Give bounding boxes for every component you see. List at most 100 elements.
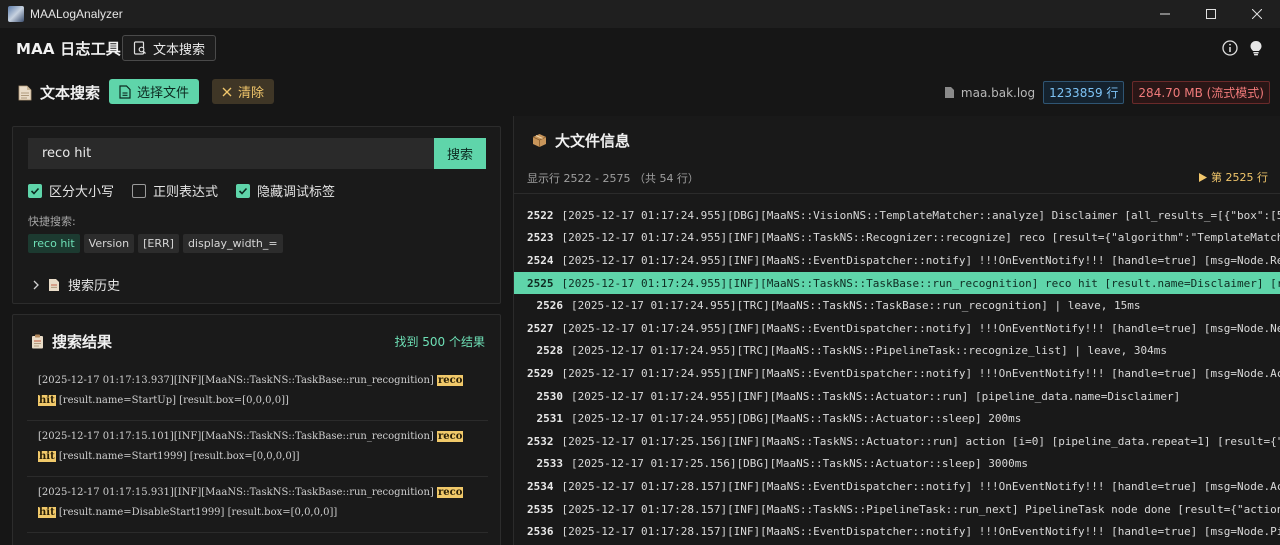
- log-line[interactable]: 2535 [2025-12-17 01:17:28.157][INF][MaaNS…: [514, 498, 1280, 521]
- results-title-text: 搜索结果: [52, 333, 113, 351]
- result-text: [2025-12-17 01:17:15.931][INF][MaaNS::Ta…: [38, 487, 437, 498]
- result-text: [2025-12-17 01:17:15.101][INF][MaaNS::Ta…: [38, 431, 437, 442]
- lightbulb-icon: [1250, 41, 1262, 56]
- section-title-text: 文本搜索: [40, 84, 101, 102]
- file-size-badge: 284.70 MB (流式模式): [1132, 81, 1270, 104]
- log-line[interactable]: 2524 [2025-12-17 01:17:24.955][INF][MaaNS…: [514, 249, 1280, 272]
- result-text: [result.name=StartUp] [result.box=[0,0,0…: [55, 395, 289, 406]
- option-regex[interactable]: 正则表达式: [132, 181, 218, 200]
- search-history-toggle[interactable]: 搜索历史: [32, 275, 120, 294]
- line-number: 2533: [536, 457, 564, 471]
- section-title: 文本搜索: [18, 82, 100, 103]
- line-number: 2522: [527, 208, 554, 222]
- check-icon: [238, 187, 248, 195]
- quick-tag[interactable]: Version: [83, 234, 135, 253]
- app-icon: [8, 6, 24, 22]
- checkbox-checked[interactable]: [236, 183, 251, 198]
- log-text: [2025-12-17 01:17:25.156][DBG][MaaNS::Ta…: [571, 457, 1028, 471]
- minimize-button[interactable]: [1142, 0, 1188, 28]
- checkbox-checked[interactable]: [28, 183, 42, 198]
- results-list: [2025-12-17 01:17:13.937][INF][MaaNS::Ta…: [27, 365, 488, 533]
- line-number: 2531: [536, 412, 564, 426]
- results-count: 找到 500 个结果: [394, 335, 485, 349]
- checkbox-unchecked[interactable]: [132, 183, 147, 198]
- line-number: 2529: [527, 366, 554, 380]
- maximize-button[interactable]: [1188, 0, 1234, 28]
- document-search-icon: [133, 41, 146, 55]
- close-icon: [222, 87, 232, 96]
- file-info: maa.bak.log 1233859 行 284.70 MB (流式模式): [944, 81, 1270, 104]
- file-name-text: maa.bak.log: [960, 85, 1036, 100]
- line-number: 2528: [536, 344, 564, 358]
- log-line-current[interactable]: 2525 [2025-12-17 01:17:24.955][INF][MaaNS…: [514, 271, 1280, 295]
- option-hide-debug[interactable]: 隐藏调试标签: [236, 181, 335, 200]
- window-titlebar: MAALogAnalyzer: [0, 0, 1280, 28]
- jump-to-line[interactable]: 第 2525 行: [1199, 169, 1268, 185]
- result-highlight: hit: [38, 395, 56, 406]
- line-number: 2535: [527, 502, 554, 516]
- search-panel: 搜索 区分大小写 正则表达式 隐藏调试标签 快捷搜索: reco hit Ver…: [12, 126, 501, 304]
- log-text: [2025-12-17 01:17:24.955][INF][MaaNS::Ta…: [571, 389, 1181, 403]
- log-line[interactable]: 2534 [2025-12-17 01:17:28.157][INF][MaaNS…: [514, 475, 1280, 498]
- line-number: 2524: [527, 253, 554, 267]
- log-text: [2025-12-17 01:17:24.955][DBG][MaaNS::Ta…: [571, 412, 1022, 426]
- result-highlight: hit: [38, 451, 56, 462]
- option-case-sensitive[interactable]: 区分大小写: [28, 181, 114, 200]
- line-number: 2536: [527, 525, 554, 539]
- play-icon: [1199, 172, 1207, 182]
- quick-tag[interactable]: [ERR]: [138, 234, 179, 253]
- log-text: [2025-12-17 01:17:28.157][INF][MaaNS::Ev…: [561, 479, 1280, 493]
- search-input[interactable]: [28, 138, 434, 169]
- viewer-title-text: 大文件信息: [555, 132, 631, 150]
- select-file-label: 选择文件: [137, 86, 190, 101]
- info-button[interactable]: [1221, 39, 1239, 57]
- log-line[interactable]: 2532 [2025-12-17 01:17:25.156][INF][MaaNS…: [514, 430, 1280, 453]
- log-line[interactable]: 2523 [2025-12-17 01:17:24.955][INF][MaaNS…: [514, 227, 1280, 250]
- log-text: [2025-12-17 01:17:24.955][DBG][MaaNS::Vi…: [561, 208, 1280, 222]
- option-label: 隐藏调试标签: [257, 185, 336, 200]
- result-item[interactable]: [2025-12-17 01:17:15.931][INF][MaaNS::Ta…: [27, 477, 488, 533]
- log-line[interactable]: 2522 [2025-12-17 01:17:24.955][DBG][MaaNS…: [514, 204, 1280, 227]
- log-line[interactable]: 2528 [2025-12-17 01:17:24.955][TRC][MaaNS…: [514, 340, 1280, 363]
- tab-label: 文本搜索: [153, 42, 206, 58]
- log-text: [2025-12-17 01:17:28.157][INF][MaaNS::Ev…: [561, 525, 1280, 539]
- file-viewer-panel: 大文件信息 显示行 2522 - 2575 （共 54 行） 第 2525 行 …: [513, 116, 1280, 545]
- result-highlight: reco: [436, 487, 464, 498]
- line-number: 2532: [527, 434, 554, 448]
- tab-text-search[interactable]: 文本搜索: [122, 35, 217, 61]
- divider: [514, 193, 1280, 194]
- jump-line-label: 第 2525 行: [1211, 171, 1268, 184]
- log-line[interactable]: 2526 [2025-12-17 01:17:24.955][TRC][MaaNS…: [514, 294, 1280, 317]
- result-highlight: hit: [38, 507, 56, 518]
- log-line[interactable]: 2527 [2025-12-17 01:17:24.955][INF][MaaNS…: [514, 317, 1280, 340]
- log-line[interactable]: 2533 [2025-12-17 01:17:25.156][DBG][MaaNS…: [514, 453, 1280, 476]
- clear-button[interactable]: 清除: [212, 79, 275, 104]
- line-number: 2523: [527, 231, 554, 245]
- quick-search-tags: reco hit Version [ERR] display_width_=: [28, 234, 283, 253]
- result-highlight: reco: [436, 375, 464, 386]
- quick-search-label: 快捷搜索:: [28, 215, 76, 228]
- result-item[interactable]: [2025-12-17 01:17:15.101][INF][MaaNS::Ta…: [27, 421, 488, 477]
- result-highlight: reco: [436, 431, 464, 442]
- log-line[interactable]: 2529 [2025-12-17 01:17:24.955][INF][MaaNS…: [514, 362, 1280, 385]
- info-icon: [1222, 40, 1238, 56]
- search-options: 区分大小写 正则表达式 隐藏调试标签: [28, 181, 335, 200]
- search-button[interactable]: 搜索: [434, 138, 486, 169]
- quick-tag[interactable]: display_width_=: [182, 234, 283, 253]
- log-line[interactable]: 2536 [2025-12-17 01:17:28.157][INF][MaaNS…: [514, 520, 1280, 543]
- result-text: [result.name=DisableStart1999] [result.b…: [55, 507, 338, 518]
- option-label: 区分大小写: [49, 185, 115, 200]
- log-line[interactable]: 2531 [2025-12-17 01:17:24.955][DBG][MaaNS…: [514, 407, 1280, 430]
- result-item[interactable]: [2025-12-17 01:17:13.937][INF][MaaNS::Ta…: [27, 365, 488, 421]
- log-lines: 2522 [2025-12-17 01:17:24.955][DBG][MaaNS…: [514, 204, 1280, 545]
- history-document-icon: [49, 278, 59, 291]
- file-name: maa.bak.log: [944, 86, 1035, 100]
- chevron-right-icon: [33, 280, 39, 289]
- log-line[interactable]: 2530 [2025-12-17 01:17:24.955][INF][MaaNS…: [514, 385, 1280, 408]
- select-file-button[interactable]: 选择文件: [109, 79, 200, 104]
- clear-label: 清除: [238, 86, 265, 101]
- theme-button[interactable]: [1247, 39, 1265, 57]
- close-button[interactable]: [1234, 0, 1280, 28]
- quick-tag[interactable]: reco hit: [28, 234, 80, 253]
- search-results-panel: 搜索结果 找到 500 个结果 [2025-12-17 01:17:13.937…: [12, 314, 501, 545]
